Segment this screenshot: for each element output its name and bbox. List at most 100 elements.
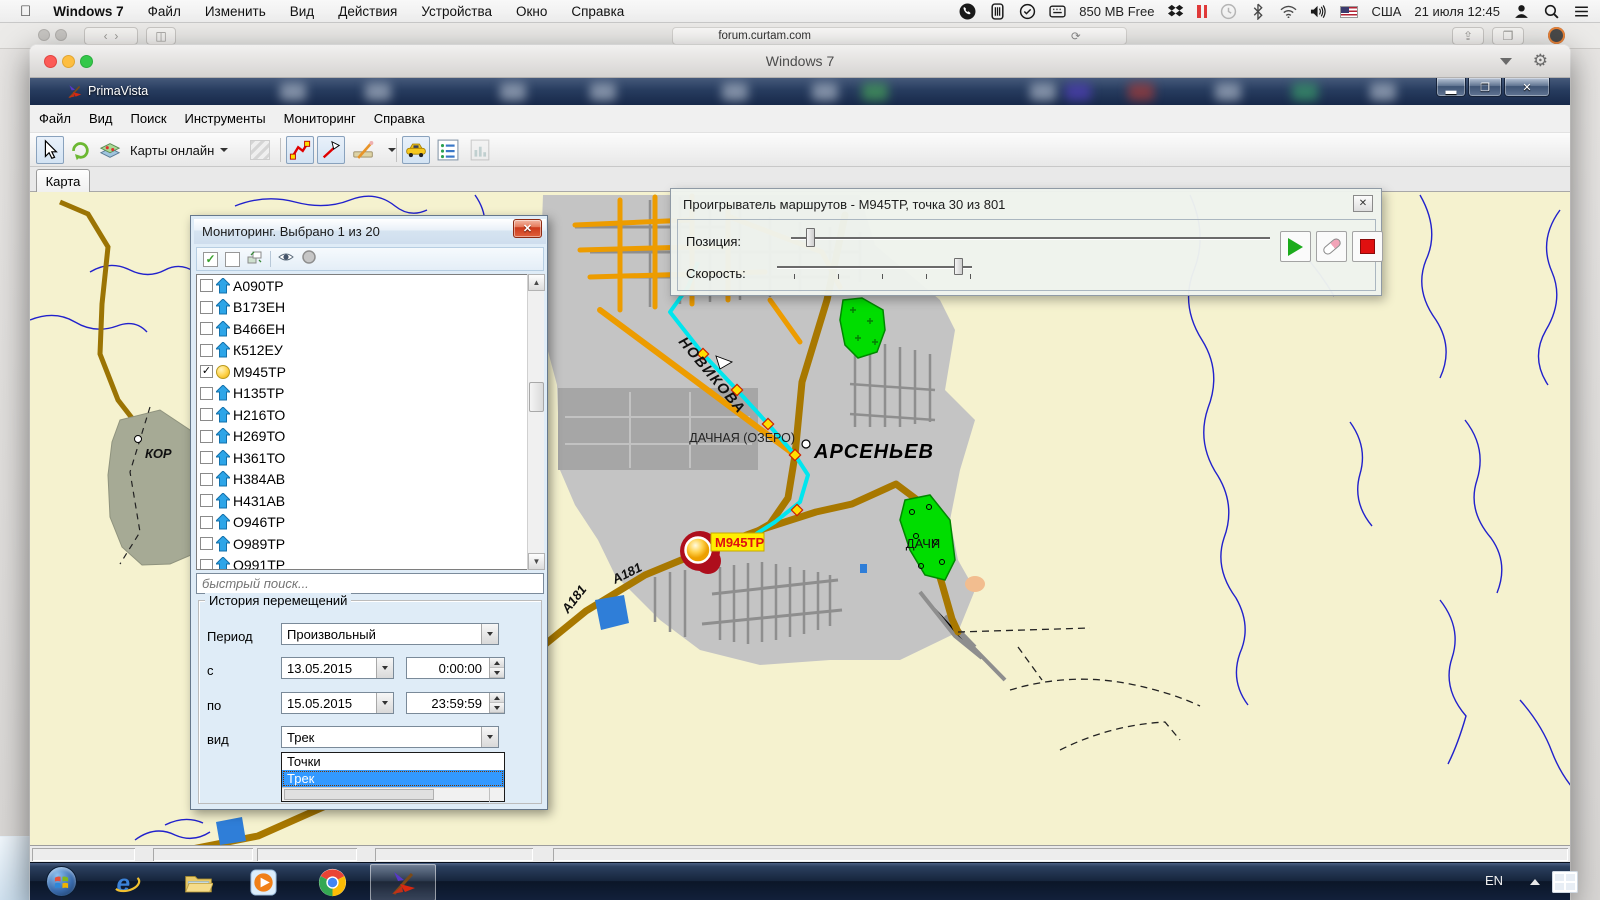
vehicle-checkbox[interactable] xyxy=(200,408,213,421)
route-player-close-button[interactable]: ✕ xyxy=(1353,195,1373,212)
maps-online-dropdown[interactable]: Карты онлайн xyxy=(130,136,228,164)
browser-sidebar-button[interactable]: ◫ xyxy=(146,27,176,45)
check-all-button[interactable]: ✓ xyxy=(203,252,218,267)
menu-view[interactable]: Вид xyxy=(80,111,122,126)
browser-nav-buttons[interactable]: ‹ › xyxy=(84,27,138,45)
vehicle-row[interactable]: Н216ТО xyxy=(197,404,543,426)
check-circle-icon[interactable] xyxy=(1019,3,1036,20)
vm-settings-gear-icon[interactable]: ⚙ xyxy=(1533,51,1548,71)
tab-map[interactable]: Карта xyxy=(36,169,90,192)
menu-help[interactable]: Справка xyxy=(365,111,434,126)
period-select[interactable]: Произвольный xyxy=(281,623,499,645)
refresh-button[interactable] xyxy=(66,136,94,164)
us-flag-icon[interactable] xyxy=(1340,6,1358,18)
vm-dropdown-icon[interactable] xyxy=(1500,58,1512,65)
browser-tabs-button[interactable]: ❐ xyxy=(1492,27,1524,45)
vehicle-checkbox[interactable] xyxy=(200,494,213,507)
browser-notification-badge[interactable] xyxy=(1548,27,1565,44)
app-titlebar[interactable]: PrimaVista ▬ ❐ ✕ xyxy=(30,78,1570,105)
speed-slider[interactable] xyxy=(777,266,972,268)
vehicle-checkbox[interactable]: ✓ xyxy=(200,365,213,378)
wifi-icon[interactable] xyxy=(1280,3,1297,20)
map-layers-button[interactable] xyxy=(96,136,124,164)
free-space-label[interactable]: 850 MB Free xyxy=(1079,4,1154,19)
vehicle-row[interactable]: Н384АВ xyxy=(197,469,543,491)
macos-menu-help[interactable]: Справка xyxy=(571,4,624,19)
monitoring-close-button[interactable]: ✕ xyxy=(513,219,542,238)
macos-menu-window[interactable]: Окно xyxy=(516,4,547,19)
stop-button[interactable] xyxy=(1352,231,1383,262)
vehicle-checkbox[interactable] xyxy=(200,559,213,570)
vehicle-checkbox[interactable] xyxy=(200,516,213,529)
vehicle-row[interactable]: В466ЕН xyxy=(197,318,543,340)
vehicle-row[interactable]: О989ТР xyxy=(197,533,543,555)
volume-icon[interactable] xyxy=(1310,3,1327,20)
vehicle-row[interactable]: В173ЕН xyxy=(197,297,543,319)
track-points-button[interactable] xyxy=(286,136,314,164)
close-button[interactable]: ✕ xyxy=(1504,78,1550,97)
vehicle-checkbox[interactable] xyxy=(200,344,213,357)
dropdown-option-points[interactable]: Точки xyxy=(282,753,504,770)
apple-menu-icon[interactable]:  xyxy=(20,3,31,20)
position-slider-thumb[interactable] xyxy=(806,228,815,247)
macos-menu-file[interactable]: Файл xyxy=(148,4,181,19)
quick-search-input[interactable] xyxy=(196,573,544,594)
menu-monitoring[interactable]: Мониторинг xyxy=(275,111,365,126)
macos-menu-edit[interactable]: Изменить xyxy=(205,4,266,19)
input-language-label[interactable]: США xyxy=(1371,4,1401,19)
start-button[interactable] xyxy=(46,866,77,897)
vehicle-checkbox[interactable] xyxy=(200,473,213,486)
menu-file[interactable]: Файл xyxy=(30,111,80,126)
vehicle-row[interactable]: К512ЕУ xyxy=(197,340,543,362)
dropdown-hscrollbar[interactable] xyxy=(282,787,504,801)
show-on-map-button[interactable] xyxy=(278,249,294,270)
vehicle-row[interactable]: О991ТР xyxy=(197,555,543,571)
dropbox-icon[interactable] xyxy=(1167,3,1184,20)
menubar-datetime[interactable]: 21 июля 12:45 xyxy=(1414,4,1500,19)
vehicle-checkbox[interactable] xyxy=(200,387,213,400)
speed-slider-thumb[interactable] xyxy=(954,258,963,275)
vehicle-checkbox[interactable] xyxy=(200,322,213,335)
select-tool-button[interactable] xyxy=(36,136,64,164)
vehicle-checkbox[interactable] xyxy=(200,451,213,464)
view-select[interactable]: Трек xyxy=(281,726,499,748)
taskbar-media-player[interactable] xyxy=(247,867,279,897)
vehicle-checkbox[interactable] xyxy=(200,301,213,314)
menu-search[interactable]: Поиск xyxy=(122,111,176,126)
macos-menu-actions[interactable]: Действия xyxy=(338,4,397,19)
vehicles-panel-button[interactable] xyxy=(402,136,430,164)
hide-button[interactable] xyxy=(301,249,317,270)
monitoring-dialog-titlebar[interactable]: Мониторинг. Выбрано 1 из 20 xyxy=(194,219,546,244)
vehicle-checkbox[interactable] xyxy=(200,279,213,292)
vehicle-list[interactable]: А090ТРВ173ЕНВ466ЕНК512ЕУ✓М945ТРН135ТРН21… xyxy=(196,274,544,570)
taskbar-primavista-active[interactable] xyxy=(370,864,436,900)
uncheck-all-button[interactable]: ✓ xyxy=(225,252,240,267)
cascade-windows-button[interactable] xyxy=(247,249,263,270)
from-date-select[interactable]: 13.05.2015 xyxy=(281,657,394,679)
pause-indicator-icon[interactable] xyxy=(1197,5,1207,18)
macos-menu-devices[interactable]: Устройства xyxy=(421,4,492,19)
vehicle-list-scrollbar[interactable]: ▲ ▼ xyxy=(527,274,544,570)
keyboard-icon[interactable] xyxy=(1049,3,1066,20)
tray-action-center-icon[interactable] xyxy=(1552,871,1578,893)
notification-center-icon[interactable] xyxy=(1573,3,1590,20)
from-time-spinner[interactable]: 0:00:00 xyxy=(406,657,505,679)
vehicle-row[interactable]: Н135ТР xyxy=(197,383,543,405)
menu-tools[interactable]: Инструменты xyxy=(176,111,275,126)
spotlight-search-icon[interactable] xyxy=(1543,3,1560,20)
vehicle-row[interactable]: ✓М945ТР xyxy=(197,361,543,383)
object-list-button[interactable] xyxy=(434,136,462,164)
browser-url-field[interactable]: forum.curtam.com⟳ xyxy=(672,27,1127,45)
pattern-tool-button[interactable] xyxy=(246,136,274,164)
vehicle-row[interactable]: Н431АВ xyxy=(197,490,543,512)
macos-menu-view[interactable]: Вид xyxy=(290,4,314,19)
taskbar-ie[interactable]: e xyxy=(110,867,142,897)
vehicle-row[interactable]: А090ТР xyxy=(197,275,543,297)
to-time-spinner[interactable]: 23:59:59 xyxy=(406,692,505,714)
viber-icon[interactable] xyxy=(959,3,976,20)
position-slider[interactable] xyxy=(791,237,1270,239)
track-direction-button[interactable] xyxy=(317,136,345,164)
vehicle-row[interactable]: Н269ТО xyxy=(197,426,543,448)
to-date-select[interactable]: 15.05.2015 xyxy=(281,692,394,714)
time-machine-icon[interactable] xyxy=(1220,3,1237,20)
